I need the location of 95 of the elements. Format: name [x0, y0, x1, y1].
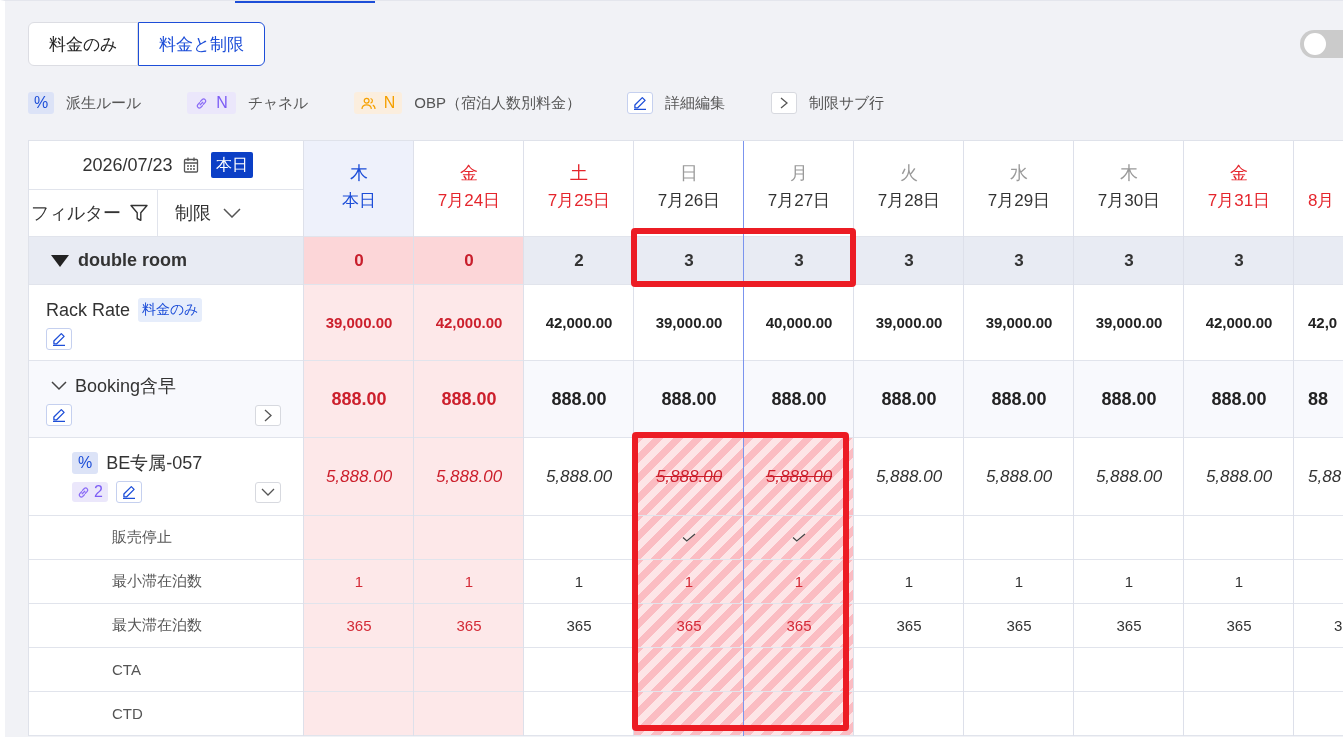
- weekday-label: 木: [1120, 162, 1138, 185]
- today-button[interactable]: 本日: [210, 152, 253, 178]
- rate-cell: 5,888.00: [414, 438, 524, 516]
- weekday-label: 火: [900, 162, 918, 185]
- rate-cell: 88: [1294, 361, 1343, 438]
- rate-cell: 888.00: [414, 361, 524, 438]
- chevron-right-icon: [264, 408, 272, 422]
- legend-label: 制限サブ行: [809, 93, 885, 113]
- rate-plan-name: Booking含早: [75, 375, 177, 398]
- availability-cell: 3: [964, 237, 1074, 285]
- channel-count: N: [216, 94, 228, 112]
- pencil-icon: [121, 485, 136, 499]
- chevron-right-icon: [771, 92, 798, 114]
- chevron-down-icon: [223, 208, 241, 218]
- availability-cell: 3: [1184, 237, 1294, 285]
- date-label: 本日: [342, 190, 376, 212]
- rate-cell: 42,000.00: [414, 285, 524, 361]
- date-label: 7月28日: [877, 190, 941, 212]
- rate-cell: 888.00: [854, 361, 964, 438]
- restriction-cell: 1: [414, 560, 524, 604]
- rate-cell: 888.00: [1074, 361, 1184, 438]
- restriction-label: 最大滞在泊数: [112, 616, 202, 635]
- derived-rule-badge: %: [72, 452, 99, 474]
- link-icon: [195, 96, 209, 110]
- restriction-label: 販売停止: [112, 528, 172, 547]
- chevron-down-icon: [261, 488, 275, 496]
- occupancy-count: N: [383, 94, 396, 112]
- date-label: 7月25日: [547, 190, 611, 212]
- triangle-down-icon[interactable]: [51, 254, 69, 267]
- calendar-icon: [182, 157, 199, 173]
- chevron-down-icon[interactable]: [51, 381, 67, 391]
- rate-cell: 888.00: [1184, 361, 1294, 438]
- rate-cell: 5,888.00: [744, 438, 854, 516]
- restriction-cell: 1: [744, 560, 854, 604]
- date-label: 7月26日: [657, 190, 721, 212]
- availability-cell: 0: [414, 237, 524, 285]
- edit-button[interactable]: [115, 481, 142, 503]
- restriction-label: 最小滞在泊数: [112, 572, 202, 591]
- rate-cell: 5,888.00: [304, 438, 414, 516]
- pencil-icon: [627, 92, 654, 114]
- rate-plan-name: BE专属-057: [106, 452, 203, 475]
- availability-cell: 0: [304, 237, 414, 285]
- people-icon: [360, 96, 376, 110]
- weekday-label: 金: [1230, 162, 1248, 185]
- weekday-label: 土: [570, 162, 588, 185]
- restriction-cell: 365: [744, 604, 854, 648]
- date-label: 8月: [1308, 190, 1335, 212]
- date-field[interactable]: 2026/07/23: [82, 154, 199, 176]
- filter-icon: [130, 204, 148, 222]
- view-switch-tab[interactable]: 料金のみ: [28, 22, 138, 66]
- check-icon: [682, 533, 696, 542]
- check-icon: [792, 533, 806, 542]
- rate-type-tag: 料金のみ: [138, 298, 203, 322]
- availability-cell: 3: [1074, 237, 1184, 285]
- weekday-label: 木: [350, 162, 368, 185]
- legend-label: OBP（宿泊人数別料金）: [414, 93, 582, 113]
- rate-plan-name: Rack Rate: [46, 299, 131, 321]
- restriction-label: CTD: [112, 705, 143, 722]
- room-name: double room: [78, 250, 187, 271]
- rate-cell: 39,000.00: [304, 285, 414, 361]
- weekday-label: 水: [1010, 162, 1028, 185]
- pencil-icon: [52, 408, 66, 422]
- restriction-label: CTA: [112, 661, 141, 678]
- link-icon: [77, 485, 90, 499]
- rate-cell: 888.00: [744, 361, 854, 438]
- restriction-cell: 1: [304, 560, 414, 604]
- restriction-toggle-button[interactable]: [255, 404, 281, 426]
- date-label: 7月30日: [1097, 190, 1161, 212]
- toggle-switch[interactable]: [1300, 30, 1343, 58]
- legend-label: チャネル: [247, 93, 308, 113]
- restriction-toggle-button[interactable]: [255, 481, 281, 503]
- availability-cell: 2: [524, 237, 634, 285]
- edit-button[interactable]: [46, 328, 72, 350]
- weekday-label: 月: [790, 162, 808, 185]
- channel-count: 2: [94, 483, 103, 501]
- date-label: 7月24日: [437, 190, 501, 212]
- restriction-cell: 365: [414, 604, 524, 648]
- rate-cell: 888.00: [304, 361, 414, 438]
- legend-label: 詳細編集: [665, 93, 726, 113]
- date-label: 7月27日: [767, 190, 831, 212]
- pencil-icon: [52, 332, 66, 346]
- view-switch-tab[interactable]: 料金と制限: [138, 22, 265, 66]
- restriction-cell: 365: [304, 604, 414, 648]
- weekday-label: 日: [680, 162, 698, 185]
- availability-cell: 3: [854, 237, 964, 285]
- derived-rule-badge: %: [28, 92, 55, 114]
- edit-button[interactable]: [46, 404, 72, 426]
- date-label: 7月29日: [987, 190, 1051, 212]
- filter-button[interactable]: フィルター: [29, 190, 158, 236]
- rate-cell: 888.00: [524, 361, 634, 438]
- rate-cell: 888.00: [964, 361, 1074, 438]
- restriction-select[interactable]: 制限: [158, 190, 241, 236]
- date-label: 7月31日: [1207, 190, 1271, 212]
- legend-label: 派生ルール: [66, 93, 142, 113]
- weekday-label: 金: [460, 162, 478, 185]
